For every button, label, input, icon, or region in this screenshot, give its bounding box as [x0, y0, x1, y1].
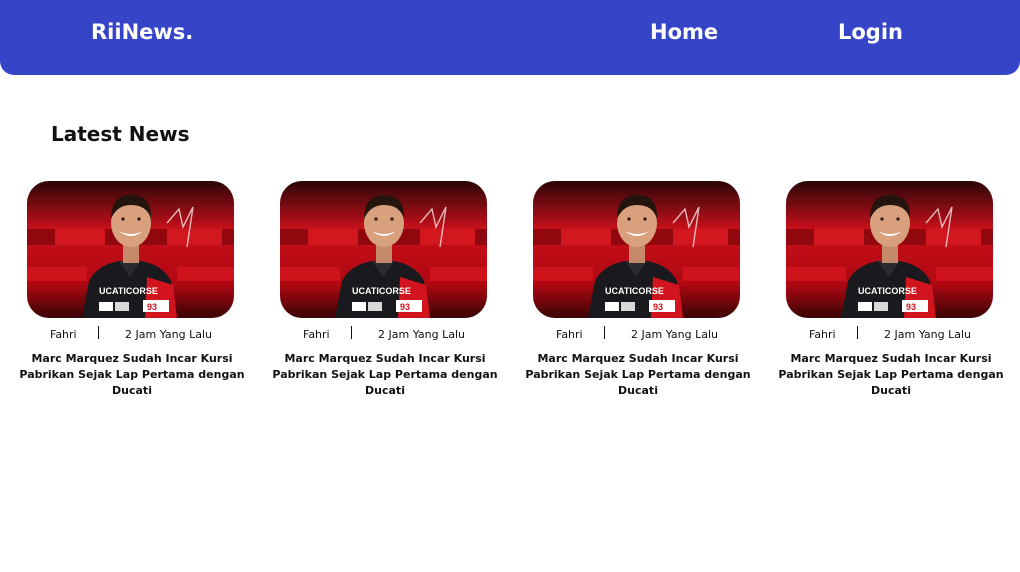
news-thumbnail[interactable]: UCATICORSE 93 [27, 181, 234, 318]
news-meta: Fahri 2 Jam Yang Lalu [271, 326, 499, 346]
meta-divider [857, 326, 858, 339]
news-headline[interactable]: Marc Marquez Sudah Incar Kursi Pabrikan … [524, 351, 752, 399]
news-headline[interactable]: Marc Marquez Sudah Incar Kursi Pabrikan … [271, 351, 499, 399]
section-title: Latest News [51, 122, 190, 146]
rider-number: 93 [906, 302, 916, 312]
news-headline[interactable]: Marc Marquez Sudah Incar Kursi Pabrikan … [18, 351, 246, 399]
post-time: 2 Jam Yang Lalu [884, 328, 971, 341]
author-name: Fahri [556, 328, 583, 341]
nav-login-link[interactable]: Login [838, 20, 903, 44]
rider-number: 93 [147, 302, 157, 312]
nav-home-link[interactable]: Home [650, 20, 718, 44]
rider-number: 93 [653, 302, 663, 312]
news-card[interactable]: UCATICORSE 93 Fahri 2 Jam Yang Lalu Marc… [524, 181, 752, 399]
post-time: 2 Jam Yang Lalu [631, 328, 718, 341]
news-meta: Fahri 2 Jam Yang Lalu [777, 326, 1005, 346]
news-thumbnail[interactable]: UCATICORSE 93 [533, 181, 740, 318]
brand-logo[interactable]: RiiNews. [91, 20, 193, 44]
news-card[interactable]: UCATICORSE 93 Fahri 2 Jam Yang Lalu Marc… [18, 181, 246, 399]
rider-portrait-image: UCATICORSE 93 [533, 181, 740, 318]
shirt-text: UCATICORSE [99, 286, 158, 296]
news-thumbnail[interactable]: UCATICORSE 93 [786, 181, 993, 318]
news-thumbnail[interactable]: UCATICORSE 93 [280, 181, 487, 318]
author-name: Fahri [50, 328, 77, 341]
rider-portrait-image: UCATICORSE 93 [280, 181, 487, 318]
author-name: Fahri [809, 328, 836, 341]
news-headline[interactable]: Marc Marquez Sudah Incar Kursi Pabrikan … [777, 351, 1005, 399]
news-card[interactable]: UCATICORSE 93 Fahri 2 Jam Yang Lalu Marc… [271, 181, 499, 399]
news-meta: Fahri 2 Jam Yang Lalu [18, 326, 246, 346]
shirt-text: UCATICORSE [858, 286, 917, 296]
meta-divider [98, 326, 99, 339]
shirt-text: UCATICORSE [605, 286, 664, 296]
post-time: 2 Jam Yang Lalu [125, 328, 212, 341]
author-name: Fahri [303, 328, 330, 341]
shirt-text: UCATICORSE [352, 286, 411, 296]
rider-number: 93 [400, 302, 410, 312]
news-meta: Fahri 2 Jam Yang Lalu [524, 326, 752, 346]
post-time: 2 Jam Yang Lalu [378, 328, 465, 341]
rider-portrait-image: UCATICORSE 93 [27, 181, 234, 318]
navbar: RiiNews. Home Login [0, 0, 1020, 75]
rider-portrait-image: UCATICORSE 93 [786, 181, 993, 318]
meta-divider [604, 326, 605, 339]
news-card[interactable]: UCATICORSE 93 Fahri 2 Jam Yang Lalu Marc… [777, 181, 1005, 399]
meta-divider [351, 326, 352, 339]
